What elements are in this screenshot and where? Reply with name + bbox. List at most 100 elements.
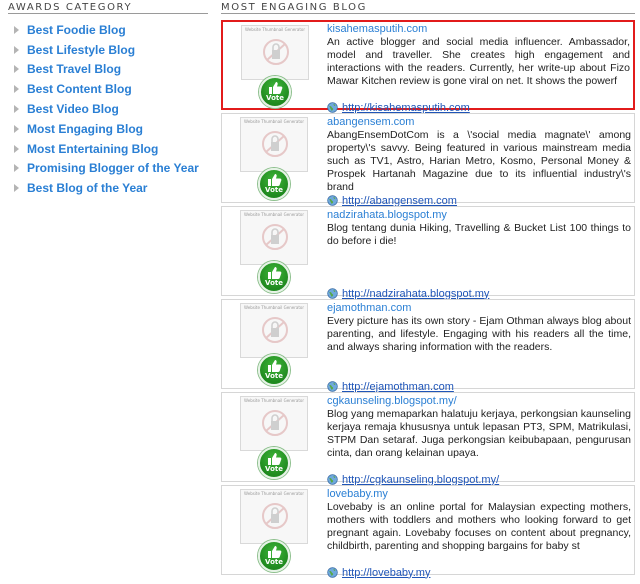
blog-card: Website Thumbnail Generator Vote kisahemas… xyxy=(221,20,635,114)
bullet-arrow-icon xyxy=(14,144,19,153)
broken-thumbnail-icon xyxy=(262,224,288,250)
website-thumbnail[interactable]: Website Thumbnail Generator xyxy=(240,210,308,265)
category-label: Most Engaging Blog xyxy=(27,121,143,136)
most-engaging-panel: MOST ENGAGING BLOG Website Thumbnail Gen… xyxy=(221,0,635,579)
vote-button[interactable]: Vote xyxy=(258,168,290,200)
broken-thumbnail-icon xyxy=(262,410,288,436)
blog-card: Website Thumbnail Generator Vote lovebaby.… xyxy=(221,485,635,579)
thumbs-up-icon xyxy=(268,453,282,465)
website-thumbnail[interactable]: Website Thumbnail Generator xyxy=(240,303,308,358)
globe-link-icon xyxy=(327,567,338,578)
blog-body: kisahemasputih.com An active blogger and … xyxy=(327,23,630,114)
blog-card: Website Thumbnail Generator Vote nadziraha… xyxy=(221,206,635,300)
thumbs-up-icon xyxy=(268,267,282,279)
blog-description: Blog yang memaparkan halatuju kerjaya, p… xyxy=(327,408,631,459)
blog-description: An active blogger and social media influ… xyxy=(327,36,630,87)
category-promising-blogger[interactable]: Promising Blogger of the Year xyxy=(8,159,208,179)
most-engaging-heading: MOST ENGAGING BLOG xyxy=(221,0,635,14)
blog-url-link[interactable]: http://abangensem.com xyxy=(342,195,457,207)
blog-url-link[interactable]: http://cgkaunseling.blogspot.my/ xyxy=(342,474,499,486)
blog-name-link[interactable]: nadzirahata.blogspot.my xyxy=(327,209,631,222)
category-best-blog-of-the-year[interactable]: Best Blog of the Year xyxy=(8,178,208,198)
globe-link-icon xyxy=(327,474,338,485)
thumbs-up-icon xyxy=(268,174,282,186)
category-label: Most Entertaining Blog xyxy=(27,141,159,156)
website-thumbnail[interactable]: Website Thumbnail Generator xyxy=(241,25,309,80)
blog-name-link[interactable]: abangensem.com xyxy=(327,116,631,129)
bullet-arrow-icon xyxy=(14,45,19,54)
category-most-engaging-blog[interactable]: Most Engaging Blog xyxy=(8,119,208,139)
blog-body: ejamothman.com Every picture has its own … xyxy=(327,302,631,393)
blog-body: abangensem.com AbangEnsemDotCom is a \'so… xyxy=(327,116,631,207)
bullet-arrow-icon xyxy=(14,105,19,114)
vote-button[interactable]: Vote xyxy=(258,261,290,293)
blog-name-link[interactable]: kisahemasputih.com xyxy=(327,23,630,36)
vote-button[interactable]: Vote xyxy=(258,354,290,386)
broken-thumbnail-icon xyxy=(262,317,288,343)
broken-thumbnail-icon xyxy=(263,39,289,65)
blog-description: Lovebaby is an online portal for Malaysi… xyxy=(327,501,631,552)
website-thumbnail[interactable]: Website Thumbnail Generator xyxy=(240,489,308,544)
category-best-video-blog[interactable]: Best Video Blog xyxy=(8,99,208,119)
awards-category-panel: AWARDS CATEGORY Best Foodie Blog Best Li… xyxy=(8,0,208,198)
blog-body: lovebaby.my Lovebaby is an online portal … xyxy=(327,488,631,579)
blog-url-link[interactable]: http://kisahemasputih.com xyxy=(342,102,470,114)
blog-url-link[interactable]: http://lovebaby.my xyxy=(342,567,430,579)
thumbs-up-icon xyxy=(268,360,282,372)
blog-name-link[interactable]: lovebaby.my xyxy=(327,488,631,501)
blog-body: cgkaunseling.blogspot.my/Blog yang memap… xyxy=(327,395,631,486)
category-best-lifestyle-blog[interactable]: Best Lifestyle Blog xyxy=(8,40,208,60)
thumbnail-caption: Website Thumbnail Generator xyxy=(244,398,304,403)
thumbnail-caption: Website Thumbnail Generator xyxy=(244,491,304,496)
website-thumbnail[interactable]: Website Thumbnail Generator xyxy=(240,396,308,451)
thumbnail-caption: Website Thumbnail Generator xyxy=(244,305,304,310)
globe-link-icon xyxy=(327,381,338,392)
awards-category-heading: AWARDS CATEGORY xyxy=(8,0,208,14)
thumbs-up-icon xyxy=(269,82,283,94)
category-label: Best Content Blog xyxy=(27,82,132,97)
vote-button[interactable]: Vote xyxy=(258,447,290,479)
website-thumbnail[interactable]: Website Thumbnail Generator xyxy=(240,117,308,172)
thumbnail-caption: Website Thumbnail Generator xyxy=(244,119,304,124)
vote-label: Vote xyxy=(265,279,283,287)
blog-description: AbangEnsemDotCom is a \'social media mag… xyxy=(327,129,631,193)
category-label: Best Lifestyle Blog xyxy=(27,42,136,57)
category-label: Best Blog of the Year xyxy=(27,181,148,196)
vote-button[interactable]: Vote xyxy=(259,76,291,108)
category-label: Promising Blogger of the Year xyxy=(27,161,199,176)
vote-label: Vote xyxy=(265,558,283,566)
vote-label: Vote xyxy=(265,372,283,380)
blog-card: Website Thumbnail Generator Vote abangense… xyxy=(221,113,635,207)
bullet-arrow-icon xyxy=(14,65,19,74)
vote-label: Vote xyxy=(265,186,283,194)
category-best-content-blog[interactable]: Best Content Blog xyxy=(8,79,208,99)
category-label: Best Foodie Blog xyxy=(27,22,126,37)
category-label: Best Video Blog xyxy=(27,102,119,117)
category-best-foodie-blog[interactable]: Best Foodie Blog xyxy=(8,20,208,40)
vote-label: Vote xyxy=(265,465,283,473)
globe-link-icon xyxy=(327,102,338,113)
thumbnail-caption: Website Thumbnail Generator xyxy=(244,212,304,217)
category-most-entertaining-blog[interactable]: Most Entertaining Blog xyxy=(8,139,208,159)
blog-url-link[interactable]: http://ejamothman.com xyxy=(342,381,454,393)
blog-description: Blog tentang dunia Hiking, Travelling & … xyxy=(327,222,631,247)
bullet-arrow-icon xyxy=(14,85,19,94)
blog-name-link[interactable]: cgkaunseling.blogspot.my/ xyxy=(327,395,631,408)
globe-link-icon xyxy=(327,288,338,299)
bullet-arrow-icon xyxy=(14,184,19,193)
vote-label: Vote xyxy=(266,94,284,102)
broken-thumbnail-icon xyxy=(262,503,288,529)
bullet-arrow-icon xyxy=(14,25,19,34)
bullet-arrow-icon xyxy=(14,124,19,133)
blog-name-link[interactable]: ejamothman.com xyxy=(327,302,631,315)
category-best-travel-blog[interactable]: Best Travel Blog xyxy=(8,60,208,80)
blog-card: Website Thumbnail Generator Vote cgkaunsel… xyxy=(221,392,635,486)
vote-button[interactable]: Vote xyxy=(258,540,290,572)
blog-url-link[interactable]: http://nadzirahata.blogspot.my xyxy=(342,288,489,300)
blog-body: nadzirahata.blogspot.my Blog tentang duni… xyxy=(327,209,631,300)
broken-thumbnail-icon xyxy=(262,131,288,157)
blog-description: Every picture has its own story - Ejam O… xyxy=(327,315,631,353)
thumbs-up-icon xyxy=(268,546,282,558)
thumbnail-caption: Website Thumbnail Generator xyxy=(245,27,305,32)
blog-list: Website Thumbnail Generator Vote kisahemas… xyxy=(221,20,635,579)
